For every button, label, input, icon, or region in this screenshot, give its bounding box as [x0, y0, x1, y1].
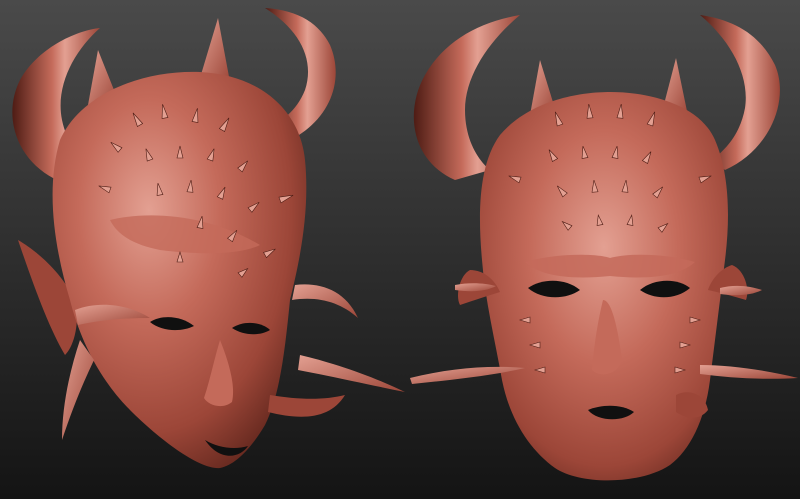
- render-canvas: [0, 0, 800, 499]
- render-viewport: [0, 0, 800, 499]
- brow-ridge: [525, 254, 695, 278]
- head: [479, 92, 728, 481]
